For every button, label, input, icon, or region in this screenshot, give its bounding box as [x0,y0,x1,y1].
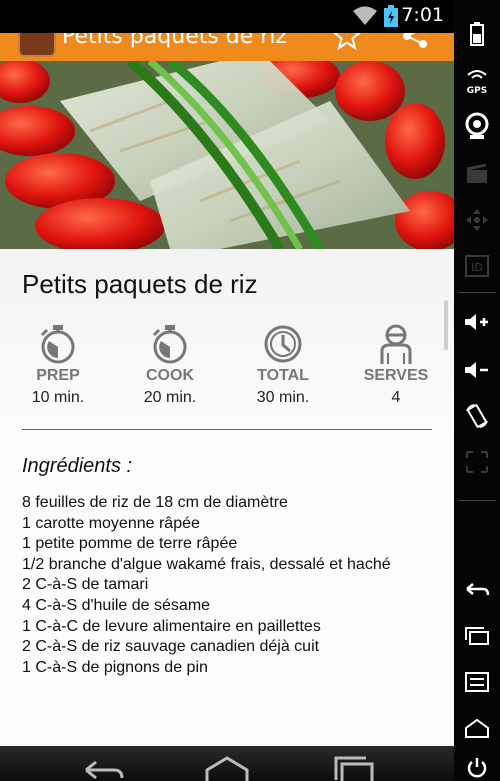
ingredients-list: 8 feuilles de riz de 18 cm de diamètre 1… [22,493,391,678]
ingredient-item: 1 petite pomme de terre râpée [22,535,238,553]
phone-screen: 7:01 Petits paquets de riz Petits paquet… [0,0,454,781]
power-icon[interactable] [454,748,500,781]
battery-charging-icon [384,5,398,27]
status-time: 7:01 [401,4,444,26]
stat-label: SERVES [363,367,429,384]
stat-value: 4 [391,389,401,406]
stat-label: TOTAL [257,367,309,384]
ingredient-item: 1 C-à-S de pignons de pin [22,658,208,676]
resize-icon[interactable] [454,442,500,482]
home-icon[interactable] [454,708,500,748]
volume-up-icon[interactable] [454,302,500,342]
battery-icon[interactable] [454,14,500,54]
recipe-content: Petits paquets de riz PREP 10 min. COOK … [0,249,454,746]
volume-down-icon[interactable] [454,350,500,390]
stat-value: 10 min. [31,389,85,406]
menu-icon[interactable] [454,662,500,702]
action-bar-title: Petits paquets de riz [62,33,288,49]
stat-value: 20 min. [143,389,197,406]
favorite-star-icon[interactable] [332,33,362,51]
recents-icon[interactable] [454,616,500,656]
section-divider [22,429,432,430]
recents-icon[interactable] [330,756,380,781]
dpad-icon[interactable] [454,200,500,240]
stopwatch-icon [152,325,187,364]
action-bar: Petits paquets de riz [0,33,454,61]
panel-divider [458,292,496,293]
home-icon[interactable] [202,756,252,781]
app-icon[interactable] [18,33,56,57]
stat-serves: SERVES 4 [346,323,446,407]
scrollbar[interactable] [444,300,448,350]
wifi-icon [353,6,377,25]
emulator-controls-panel: GPS ID [454,0,500,781]
id-icon[interactable]: ID [454,246,500,286]
panel-divider [458,500,496,501]
gps-icon[interactable]: GPS [454,62,500,102]
ingredients-heading: Ingrédients : [22,455,133,477]
stat-label: COOK [146,367,194,384]
recipe-stats: PREP 10 min. COOK 20 min. TOTAL 30 min. … [0,323,454,413]
stat-value: 30 min. [256,389,310,406]
person-icon [380,324,412,364]
status-bar: 7:01 [0,0,454,33]
stat-total: TOTAL 30 min. [233,323,333,407]
ingredient-item: 1/2 branche d'algue wakamé frais, dessal… [22,555,391,573]
stat-prep: PREP 10 min. [8,323,108,407]
rotate-icon[interactable] [454,396,500,436]
svg-text:GPS: GPS [467,86,487,96]
ingredient-item: 1 carotte moyenne râpée [22,514,200,532]
stat-cook: COOK 20 min. [120,323,220,407]
stat-label: PREP [36,367,80,384]
ingredient-item: 1 C-à-C de levure alimentaire en paillet… [22,617,321,635]
stopwatch-icon [40,325,75,364]
clock-icon [264,325,302,363]
ingredient-item: 2 C-à-S de riz sauvage canadien déjà cui… [22,638,320,656]
ingredient-item: 2 C-à-S de tamari [22,576,149,594]
clapper-icon[interactable] [454,154,500,194]
recipe-photo [0,61,454,249]
recipe-title: Petits paquets de riz [22,269,258,299]
navigation-bar [0,746,454,781]
svg-text:ID: ID [471,261,483,274]
back-icon[interactable] [78,756,128,781]
ingredient-item: 8 feuilles de riz de 18 cm de diamètre [22,494,288,511]
back-icon[interactable] [454,570,500,610]
camera-icon[interactable] [454,106,500,146]
share-icon[interactable] [400,33,430,51]
ingredient-item: 4 C-à-S d'huile de sésame [22,596,211,614]
